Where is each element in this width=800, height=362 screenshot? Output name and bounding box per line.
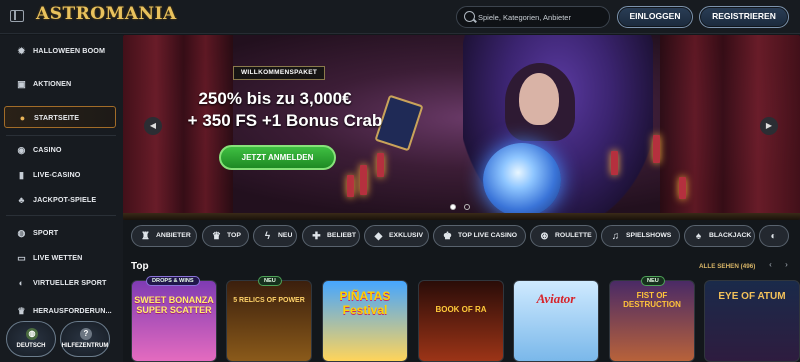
sidebar-item-sport[interactable]: ◍ SPORT (4, 222, 116, 244)
sidebar-item-label: CASINO (33, 145, 62, 154)
ball-icon: ◍ (17, 228, 26, 238)
game-tile[interactable]: FIST OF DESTRUCTION (609, 280, 695, 362)
sidebar-item-label: STARTSEITE (34, 113, 80, 122)
sidebar-item-casino[interactable]: ◉ CASINO (4, 139, 116, 161)
filter-more[interactable]: ◐ (759, 225, 789, 247)
diamond-icon: ◆ (374, 231, 383, 242)
hero-banner[interactable]: WILLKOMMENSPAKET 250% bis zu 3,000€ + 35… (123, 35, 800, 220)
crown-icon: ♚ (443, 231, 452, 242)
sidebar-item-jackpot-spiele[interactable]: ♣ JACKPOT-SPIELE (4, 189, 116, 211)
prev-slide-icon[interactable]: ◀ (144, 117, 162, 135)
filter-beliebt[interactable]: ✚ BELIEBT (302, 225, 360, 247)
trophy-icon: ♛ (212, 231, 221, 242)
section-title: Top (131, 261, 149, 272)
carousel-next-icon[interactable]: › (780, 259, 793, 271)
filter-top[interactable]: ♛ TOP (202, 225, 249, 247)
new-badge: NEU (641, 276, 665, 286)
welcome-badge: WILLKOMMENSPAKET (233, 66, 326, 80)
pumpkin-icon: ✹ (17, 46, 26, 56)
sidebar-divider (6, 215, 116, 216)
sidebar-item-label: VIRTUELLER SPORT (33, 278, 107, 287)
sidebar-item-herausforderungen[interactable]: ♛ HERAUSFORDERUN... (4, 300, 116, 322)
game-tile[interactable]: SWEET BONANZA SUPER SCATTER (131, 280, 217, 362)
game-tile[interactable]: Aviator (513, 280, 599, 362)
sidebar-item-label: LIVE WETTEN (33, 253, 83, 262)
game-tile[interactable]: BOOK OF RA (418, 280, 504, 362)
register-button[interactable]: REGISTRIEREN (699, 6, 789, 28)
candle-icon (347, 175, 354, 197)
globe-icon: ◍ (26, 328, 38, 340)
chip-icon: ◉ (17, 145, 26, 155)
top-bar: ASTROMANIA EINLOGGEN REGISTRIEREN (0, 0, 800, 34)
sidebar-item-label: AKTIONEN (33, 79, 72, 88)
candle-icon (377, 153, 384, 177)
crystal-ball-illustration (483, 143, 561, 217)
filter-anbieter[interactable]: ♜ ANBIETER (131, 225, 197, 247)
candle-icon (360, 165, 367, 195)
trophy-icon: ♛ (17, 306, 26, 316)
game-tile[interactable]: PIÑATAS Festival (322, 280, 408, 362)
home-icon: ● (19, 113, 26, 123)
slide-dot-active[interactable] (450, 204, 456, 210)
filter-top-live-casino[interactable]: ♚ TOP LIVE CASINO (433, 225, 526, 247)
cards-icon: ♠ (695, 231, 702, 242)
help-icon: ? (80, 328, 92, 340)
filter-roulette[interactable]: ⊛ ROULETTE (530, 225, 597, 247)
controller-icon: ◐ (18, 278, 25, 288)
search-box[interactable] (456, 6, 610, 28)
help-center-button[interactable]: ? HILFEZENTRUM (60, 321, 110, 357)
hero-subheadline: + 350 FS +1 Bonus Crab (187, 111, 383, 130)
sidebar-item-aktionen[interactable]: ▣ AKTIONEN (4, 73, 116, 95)
sidebar-item-live-wetten[interactable]: ▭ LIVE WETTEN (4, 247, 116, 269)
live-icon: ▭ (17, 253, 26, 263)
filter-neu[interactable]: ϟ NEU (253, 225, 297, 247)
sidebar-item-label: SPORT (33, 228, 59, 237)
sidebar-item-label: HERAUSFORDERUN... (33, 306, 112, 315)
sidebar-item-label: HALLOWEEN BOOM (33, 46, 106, 55)
banner-ornament (123, 213, 800, 220)
gift-icon: ▣ (17, 79, 26, 89)
thumb-icon: ✚ (312, 231, 321, 242)
mic-icon: ♫ (611, 231, 620, 242)
help-label: HILFEZENTRUM (61, 343, 109, 349)
candle-icon (611, 151, 618, 175)
card-icon: ▮ (18, 170, 25, 180)
logo[interactable]: ASTROMANIA (36, 4, 177, 24)
sidebar-item-label: LIVE-CASINO (33, 170, 81, 179)
candle-icon (679, 177, 686, 199)
game-tile[interactable]: EYE OF ATUM (704, 280, 800, 362)
signup-cta-button[interactable]: JETZT ANMELDEN (219, 145, 336, 170)
sidebar: ✹ HALLOWEEN BOOM ▣ AKTIONEN ● STARTSEITE ◉ C… (0, 35, 123, 362)
slide-dot[interactable] (464, 204, 470, 210)
game-tile[interactable]: 5 RELICS OF POWER (226, 280, 312, 362)
sidebar-item-startseite[interactable]: ● STARTSEITE (4, 106, 116, 128)
roulette-icon: ⊛ (540, 231, 549, 242)
sidebar-item-live-casino[interactable]: ▮ LIVE-CASINO (4, 164, 116, 186)
see-all-link[interactable]: ALLE SEHEN (496) (699, 263, 755, 270)
drops-wins-badge: DROPS & WINS (146, 276, 200, 286)
search-input[interactable] (478, 10, 606, 25)
more-icon: ◐ (770, 231, 777, 242)
sidebar-item-halloween-boom[interactable]: ✹ HALLOWEEN BOOM (4, 40, 116, 62)
filter-exklusiv[interactable]: ◆ EXKLUSIV (364, 225, 429, 247)
hero-headline: 250% bis zu 3,000€ (198, 89, 352, 108)
lightning-icon: ϟ (264, 231, 271, 242)
login-button[interactable]: EINLOGGEN (617, 6, 693, 28)
filter-spielshows[interactable]: ♫ SPIELSHOWS (601, 225, 680, 247)
sidebar-item-label: JACKPOT-SPIELE (33, 195, 97, 204)
candle-icon (653, 135, 660, 163)
next-slide-icon[interactable]: ▶ (760, 117, 778, 135)
search-icon (464, 11, 475, 22)
language-label: DEUTSCH (16, 343, 46, 349)
new-badge: NEU (258, 276, 282, 286)
filter-blackjack[interactable]: ♠ BLACKJACK (684, 225, 755, 247)
sidebar-toggle-icon[interactable] (10, 10, 24, 22)
sidebar-divider (6, 135, 116, 136)
sidebar-item-virtueller-sport[interactable]: ◐ VIRTUELLER SPORT (4, 272, 116, 294)
category-filters: ♜ ANBIETER ♛ TOP ϟ NEU ✚ BELIEBT ◆ EXKLUSIV ♚… (131, 225, 800, 248)
language-button[interactable]: ◍ DEUTSCH (6, 321, 56, 357)
clover-icon: ♣ (18, 195, 25, 205)
carousel-prev-icon[interactable]: ‹ (764, 259, 777, 271)
provider-icon: ♜ (141, 231, 150, 242)
